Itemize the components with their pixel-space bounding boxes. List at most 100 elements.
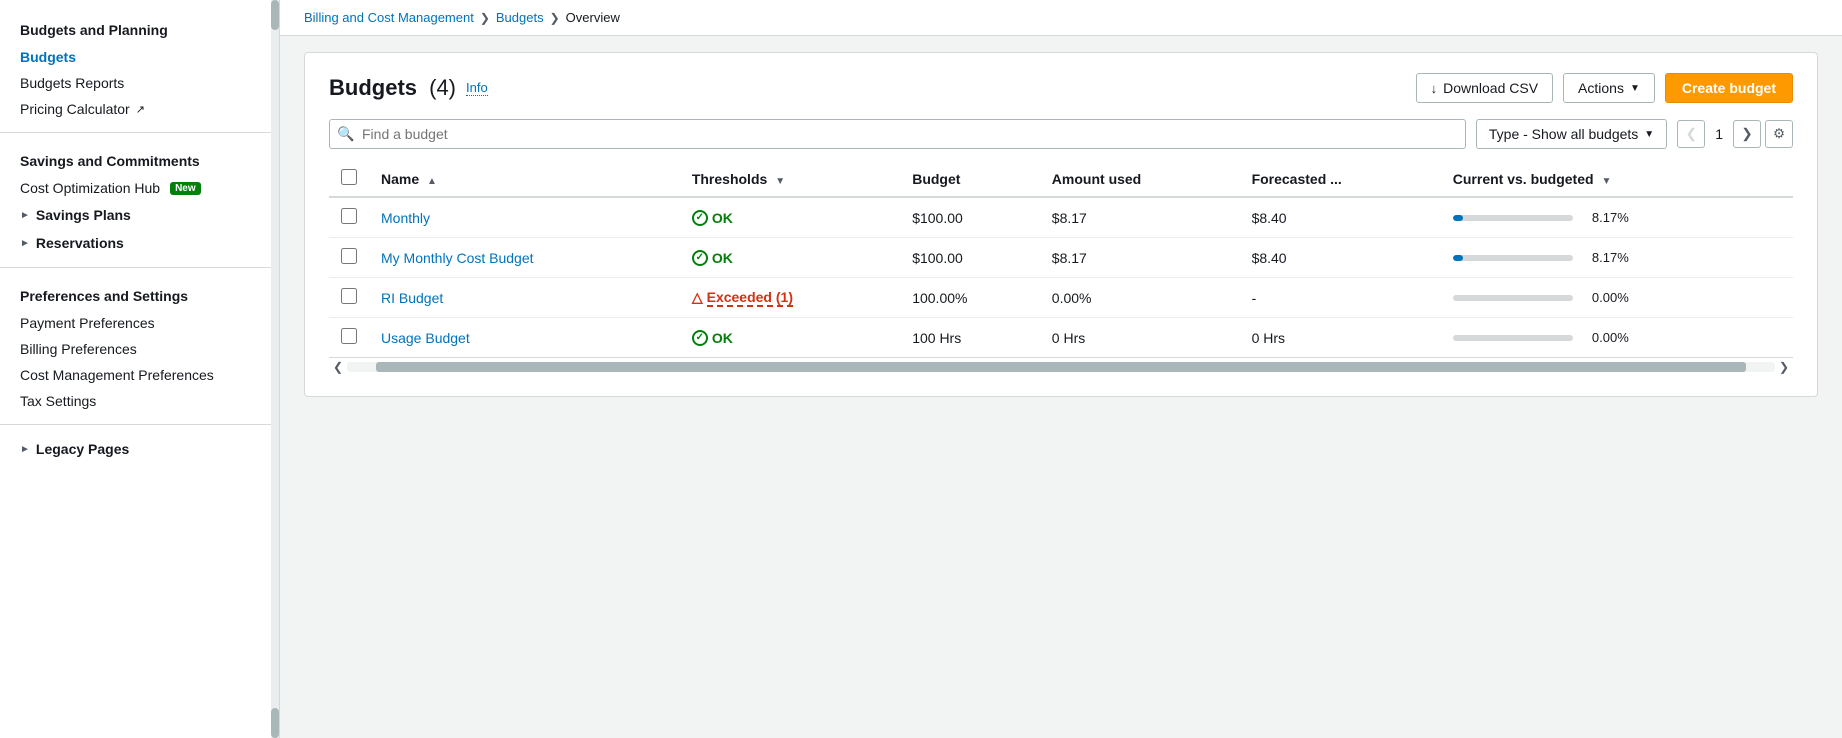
create-budget-button[interactable]: Create budget [1665,73,1793,103]
col-name[interactable]: Name ▲ [369,161,680,197]
budget-name-link[interactable]: Monthly [381,210,430,226]
row-checkbox[interactable] [341,208,357,224]
progress-area: 0.00% [1453,330,1781,345]
gear-icon: ⚙ [1773,126,1785,142]
sidebar-item-pricing-calculator[interactable]: Pricing Calculator ↗ [0,96,279,122]
sidebar-item-budgets-reports[interactable]: Budgets Reports [0,70,279,96]
sidebar: Budgets and Planning Budgets Budgets Rep… [0,0,280,738]
sidebar-scrollbar[interactable] [271,0,279,738]
page-number: 1 [1709,126,1729,142]
cost-optimization-hub-label: Cost Optimization Hub [20,180,160,196]
search-box: 🔍 [329,119,1466,149]
page-content: Budgets (4) Info ↓ Download CSV Actions … [280,36,1842,413]
reservations-label: Reservations [36,235,124,251]
budgets-card: Budgets (4) Info ↓ Download CSV Actions … [304,52,1818,397]
search-icon: 🔍 [337,126,354,143]
progress-percent-label: 0.00% [1589,330,1629,345]
select-all-checkbox[interactable] [341,169,357,185]
budget-amount: 100 Hrs [900,318,1040,358]
budget-amount: $100.00 [900,197,1040,238]
scrollbar-track [347,362,1775,372]
progress-area: 8.17% [1453,250,1781,265]
table-container: Name ▲ Thresholds ▼ Budget Amount used F… [329,161,1793,376]
sidebar-item-payment-preferences[interactable]: Payment Preferences [0,310,279,336]
filter-chevron-icon: ▼ [1644,129,1654,140]
card-title-area: Budgets (4) Info [329,75,488,101]
scrollbar-thumb-bottom [271,708,279,738]
col-amount-used: Amount used [1040,161,1240,197]
download-icon: ↓ [1431,81,1438,96]
sidebar-section-preferences: Preferences and Settings [0,278,279,310]
sidebar-item-savings-plans[interactable]: ► Savings Plans [0,201,279,229]
sidebar-item-cost-optimization-hub[interactable]: Cost Optimization Hub New [0,175,279,201]
current-vs-budgeted: 0.00% [1441,278,1793,318]
budget-name-link[interactable]: Usage Budget [381,330,470,346]
sidebar-item-legacy-pages[interactable]: ► Legacy Pages [0,435,279,463]
amount-used: $8.17 [1040,238,1240,278]
row-checkbox[interactable] [341,288,357,304]
breadcrumb-budgets[interactable]: Budgets [496,10,544,25]
sidebar-item-cost-management-preferences[interactable]: Cost Management Preferences [0,362,279,388]
horizontal-scrollbar[interactable]: ❮ ❯ [329,357,1793,376]
card-actions: ↓ Download CSV Actions ▼ Create budget [1416,73,1793,103]
progress-bar [1453,295,1573,301]
progress-bar [1453,215,1573,221]
type-filter-button[interactable]: Type - Show all budgets ▼ [1476,119,1667,149]
forecasted-amount: $8.40 [1240,197,1441,238]
table-row: My Monthly Cost Budget✓OK$100.00$8.17$8.… [329,238,1793,278]
actions-button[interactable]: Actions ▼ [1563,73,1655,103]
page-title: Budgets (4) [329,75,456,101]
sidebar-section-budgets-planning: Budgets and Planning [0,12,279,44]
budget-count: (4) [429,75,456,100]
chevron-down-icon: ▼ [1630,83,1640,94]
status-ok: ✓OK [692,210,888,226]
sort-asc-icon: ▲ [427,176,437,187]
current-vs-budgeted: 8.17% [1441,238,1793,278]
row-checkbox[interactable] [341,328,357,344]
chevron-right-icon: ► [20,210,30,221]
sidebar-item-tax-settings[interactable]: Tax Settings [0,388,279,414]
scroll-left-button[interactable]: ❮ [329,360,347,374]
info-link[interactable]: Info [466,80,488,96]
col-forecasted: Forecasted ... [1240,161,1441,197]
exceeded-label: Exceeded (1) [707,289,793,307]
main-content: Billing and Cost Management ❯ Budgets ❯ … [280,0,1842,738]
prev-page-button[interactable]: ❮ [1677,120,1705,148]
budget-name-link[interactable]: My Monthly Cost Budget [381,250,534,266]
savings-plans-label: Savings Plans [36,207,131,223]
progress-bar [1453,335,1573,341]
breadcrumb-billing[interactable]: Billing and Cost Management [304,10,474,25]
next-page-button[interactable]: ❯ [1733,120,1761,148]
breadcrumb-sep-1: ❯ [480,11,490,25]
pricing-calculator-label: Pricing Calculator [20,101,130,117]
col-current-vs-budgeted[interactable]: Current vs. budgeted ▼ [1441,161,1793,197]
col-budget: Budget [900,161,1040,197]
sidebar-item-reservations[interactable]: ► Reservations [0,229,279,257]
forecasted-amount: $8.40 [1240,238,1441,278]
breadcrumb-sep-2: ❯ [550,11,560,25]
scroll-right-button[interactable]: ❯ [1775,360,1793,374]
search-input[interactable] [329,119,1466,149]
breadcrumb: Billing and Cost Management ❯ Budgets ❯ … [280,0,1842,36]
sidebar-section-savings: Savings and Commitments [0,143,279,175]
sidebar-item-billing-preferences[interactable]: Billing Preferences [0,336,279,362]
amount-used: 0 Hrs [1040,318,1240,358]
forecasted-amount: 0 Hrs [1240,318,1441,358]
check-circle-icon: ✓ [692,210,708,226]
new-badge: New [170,182,201,195]
amount-used: $8.17 [1040,197,1240,238]
table-settings-button[interactable]: ⚙ [1765,120,1793,148]
download-csv-button[interactable]: ↓ Download CSV [1416,73,1553,103]
scrollbar-thumb [271,0,279,30]
pagination: ❮ 1 ❯ ⚙ [1677,120,1793,148]
col-thresholds[interactable]: Thresholds ▼ [680,161,900,197]
budget-amount: 100.00% [900,278,1040,318]
status-exceeded: △Exceeded (1) [692,289,888,307]
amount-used: 0.00% [1040,278,1240,318]
row-checkbox[interactable] [341,248,357,264]
progress-bar [1453,255,1573,261]
sidebar-item-budgets[interactable]: Budgets [0,44,279,70]
check-circle-icon: ✓ [692,250,708,266]
budget-name-link[interactable]: RI Budget [381,290,443,306]
status-ok: ✓OK [692,250,888,266]
